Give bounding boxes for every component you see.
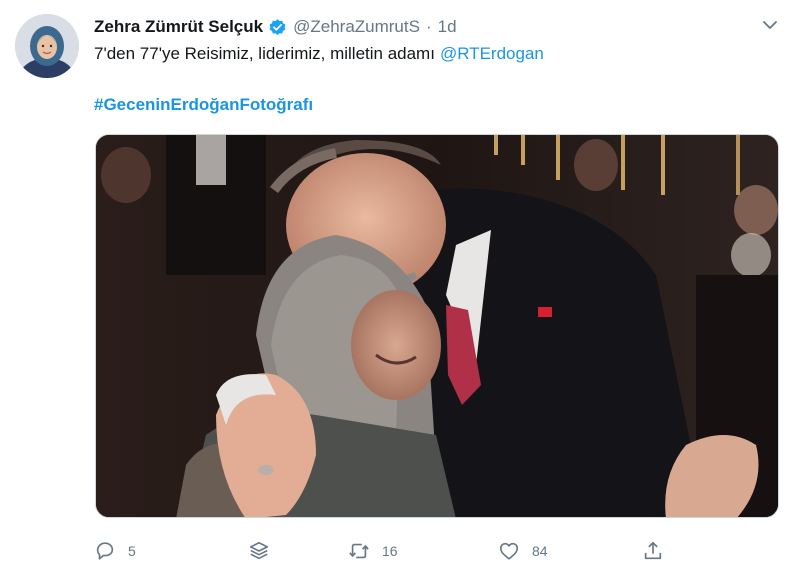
tweet-text: 7'den 77'ye Reisimiz, liderimiz, milleti… [94, 44, 544, 64]
tweet-body: 7'den 77'ye Reisimiz, liderimiz, milleti… [94, 44, 435, 63]
retweet-button[interactable]: 16 [348, 536, 398, 566]
like-count: 84 [532, 543, 548, 559]
heart-icon [498, 540, 520, 562]
tweet-photo[interactable] [95, 134, 779, 518]
tweet-card[interactable]: Zehra Zümrüt Selçuk @ZehraZumrutS · 1d 7… [0, 0, 800, 586]
share-button[interactable] [642, 536, 664, 566]
share-icon [642, 540, 664, 562]
chevron-down-icon[interactable] [760, 15, 780, 35]
verified-badge-icon [268, 18, 287, 37]
separator-dot: · [425, 17, 432, 36]
timestamp[interactable]: 1d [438, 17, 457, 37]
tweet-header: Zehra Zümrüt Selçuk @ZehraZumrutS · 1d [94, 14, 457, 40]
avatar[interactable] [15, 14, 79, 78]
reply-count: 5 [128, 543, 136, 559]
retweet-count: 16 [382, 543, 398, 559]
tweet-actions: 5 16 84 [94, 536, 684, 566]
like-button[interactable]: 84 [498, 536, 548, 566]
hashtag-link[interactable]: #GeceninErdoğanFotoğrafı [94, 95, 313, 115]
reply-icon [94, 540, 116, 562]
user-name[interactable]: Zehra Zümrüt Selçuk [94, 17, 263, 37]
mention-link[interactable]: @RTErdogan [440, 44, 544, 63]
layers-icon [248, 540, 270, 562]
user-handle[interactable]: @ZehraZumrutS [293, 17, 420, 37]
layers-button[interactable] [248, 536, 270, 566]
retweet-icon [348, 540, 370, 562]
reply-button[interactable]: 5 [94, 536, 136, 566]
